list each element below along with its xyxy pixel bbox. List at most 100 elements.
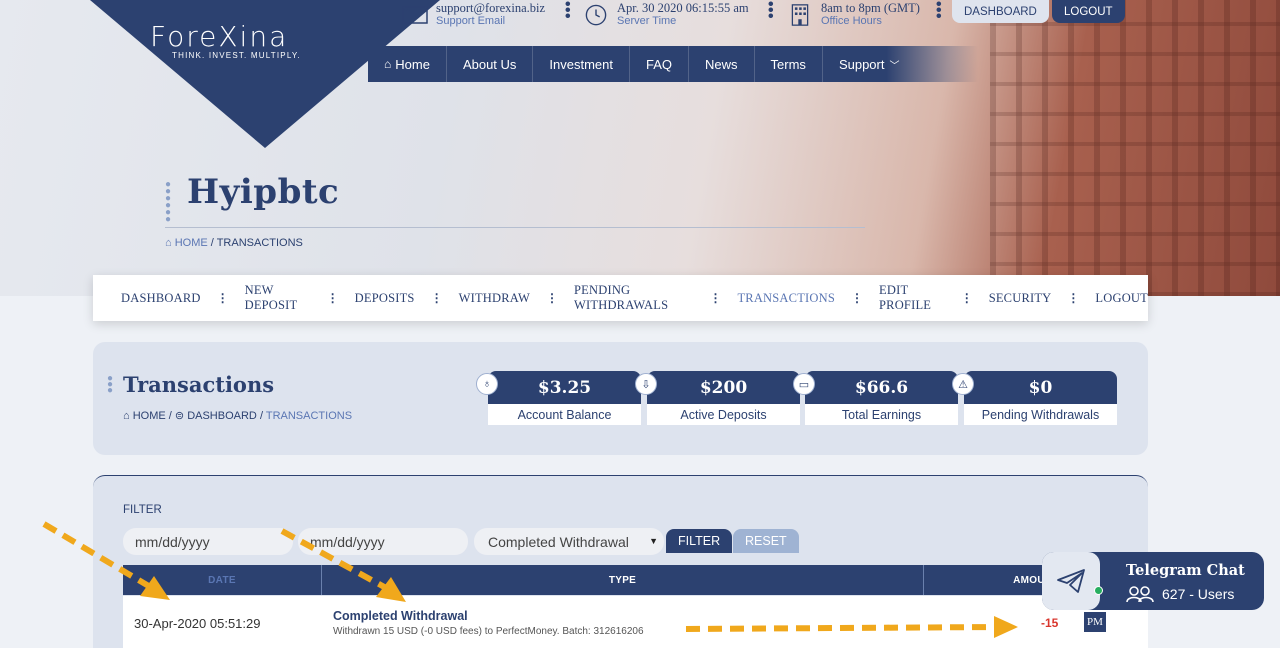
title-dots-icon: ● ● ● ● ● ●	[165, 179, 172, 225]
nav-investment[interactable]: Investment	[533, 46, 631, 82]
envelope-icon	[402, 6, 428, 24]
building-icon	[791, 4, 809, 26]
telegram-chat-widget[interactable]: Telegram Chat 627 - Users	[1042, 552, 1264, 610]
type-select[interactable]: Completed Withdrawal ▼	[474, 528, 664, 555]
annotation-arrow-icon	[685, 616, 1018, 638]
dropdown-caret-icon: ▼	[649, 536, 658, 546]
nav-separator: ⋮	[546, 291, 559, 305]
nav-support-label: Support	[838, 56, 885, 72]
separator-dots: • • •	[565, 0, 571, 25]
nav-support[interactable]: Support ﹀	[823, 46, 916, 82]
account-nav: DASHBOARD ⋮ NEW DEPOSIT ⋮ DEPOSITS ⋮ WITHDR…	[93, 275, 1148, 321]
breadcrumb-current: TRANSACTIONS	[216, 237, 303, 249]
row-amount: -15	[1041, 616, 1059, 630]
account-nav-deposits[interactable]: DEPOSITS	[355, 291, 415, 306]
chevron-down-icon: ﹀	[889, 60, 900, 72]
reset-button[interactable]: RESET	[733, 529, 799, 553]
stat-account-balance: $3.25 Account Balance ♁	[476, 371, 641, 426]
brand-logo[interactable]: ForeXina THINK. INVEST. MULTIPLY.	[150, 20, 301, 60]
hero-banner: ForeXina THINK. INVEST. MULTIPLY. suppor…	[0, 0, 1280, 296]
office-hours-value: 8am to 8pm (GMT)	[821, 1, 920, 15]
office-hours-info: 8am to 8pm (GMT) Office Hours	[787, 0, 920, 30]
section-title: ● ● ● Transactions	[107, 372, 274, 397]
account-nav-security[interactable]: SECURITY	[989, 291, 1052, 306]
nav-home[interactable]: ⌂ Home	[368, 46, 447, 82]
main-nav: ⌂ Home About Us Investment FAQ News Terms…	[368, 46, 978, 82]
office-hours-label: Office Hours	[821, 15, 882, 27]
support-email-value: support@forexina.biz	[436, 1, 546, 15]
nav-separator: ⋮	[430, 291, 443, 305]
online-status-dot	[1094, 586, 1103, 595]
telegram-plane-icon	[1057, 569, 1085, 593]
logout-button[interactable]: LOGOUT	[1052, 0, 1125, 23]
breadcrumb-current: TRANSACTIONS	[265, 410, 353, 422]
separator-dots: • • •	[936, 0, 942, 25]
page-title-text: Hyipbtc	[187, 172, 340, 212]
nav-separator: ⋮	[1067, 291, 1080, 305]
nav-separator: ⋮	[709, 291, 722, 305]
filter-label: FILTER	[123, 504, 162, 516]
download-icon: ⇩	[635, 373, 657, 395]
server-time-label: Server Time	[617, 15, 677, 27]
telegram-title: Telegram Chat	[1126, 562, 1245, 579]
stat-label: Account Balance	[488, 404, 641, 425]
stat-value: $3.25	[488, 371, 641, 404]
building-background	[990, 0, 1280, 296]
account-nav-pending-withdrawals[interactable]: PENDING WITHDRAWALS	[574, 283, 693, 313]
breadcrumb-home[interactable]: ⌂ HOME	[165, 237, 208, 249]
filter-button[interactable]: FILTER	[666, 529, 733, 553]
stat-value: $66.6	[805, 371, 958, 404]
stat-value: $200	[647, 371, 800, 404]
home-icon: ⌂	[123, 410, 130, 422]
dashboard-button[interactable]: DASHBOARD	[952, 0, 1049, 23]
annotation-arrow-icon	[280, 528, 406, 602]
server-time-value: Apr. 30 2020 06:15:55 am	[617, 1, 749, 15]
breadcrumb-home-label: HOME	[132, 410, 166, 422]
account-nav-withdraw[interactable]: WITHDRAW	[459, 291, 530, 306]
annotation-arrow-icon	[42, 521, 170, 600]
account-nav-new-deposit[interactable]: NEW DEPOSIT	[245, 283, 311, 313]
nav-news[interactable]: News	[689, 46, 755, 82]
telegram-users: 627 - Users	[1126, 585, 1234, 603]
breadcrumb-dashboard[interactable]: ⊜ DASHBOARD	[175, 410, 257, 422]
title-dots-icon: ● ● ●	[107, 372, 114, 396]
section-breadcrumb: ⌂ HOME / ⊜ DASHBOARD / TRANSACTIONS	[123, 409, 352, 422]
account-nav-transactions[interactable]: TRANSACTIONS	[737, 291, 835, 306]
home-icon: ⌂	[165, 237, 172, 249]
brand-tagline: THINK. INVEST. MULTIPLY.	[172, 51, 301, 60]
brand-name: ForeXina	[150, 20, 289, 53]
breadcrumb-home-label: HOME	[174, 237, 208, 249]
server-time-info: Apr. 30 2020 06:15:55 am Server Time	[583, 0, 749, 30]
transactions-header: ● ● ● Transactions ⌂ HOME / ⊜ DASHBOARD / …	[93, 342, 1148, 455]
stat-label: Total Earnings	[805, 404, 958, 425]
telegram-icon-box	[1042, 552, 1100, 610]
telegram-users-count: 627 - Users	[1162, 586, 1235, 602]
home-icon: ⌂	[384, 57, 392, 71]
nav-faq[interactable]: FAQ	[630, 46, 690, 82]
account-nav-logout[interactable]: LOGOUT	[1095, 291, 1148, 306]
breadcrumb-home[interactable]: ⌂ HOME	[123, 410, 166, 422]
nav-separator: ⋮	[851, 291, 864, 305]
stat-active-deposits: $200 Active Deposits ⇩	[635, 371, 800, 426]
row-date: 30-Apr-2020 05:51:29	[134, 616, 261, 631]
nav-terms[interactable]: Terms	[755, 46, 823, 82]
nav-about[interactable]: About Us	[447, 46, 534, 82]
stat-label: Active Deposits	[647, 404, 800, 425]
type-select-value: Completed Withdrawal	[488, 533, 629, 550]
perfectmoney-badge: PM	[1084, 612, 1106, 632]
cash-icon: ▭	[793, 373, 815, 395]
table-header: DATE TYPE AMOUNT	[123, 565, 1148, 595]
stat-label: Pending Withdrawals	[964, 404, 1117, 425]
divider	[165, 227, 865, 228]
stat-total-earnings: $66.6 Total Earnings ▭	[793, 371, 958, 426]
piggy-bank-icon: ♁	[476, 373, 498, 395]
nav-separator: ⋮	[326, 291, 339, 305]
section-title-text: Transactions	[123, 372, 275, 397]
support-email-info[interactable]: support@forexina.biz Support Email	[402, 0, 545, 30]
nav-separator: ⋮	[216, 291, 229, 305]
row-description: Withdrawn 15 USD (-0 USD fees) to Perfec…	[333, 626, 644, 637]
account-nav-edit-profile[interactable]: EDIT PROFILE	[879, 283, 945, 313]
row-type: Completed Withdrawal	[333, 609, 468, 623]
breadcrumb: ⌂ HOME / TRANSACTIONS	[165, 237, 303, 249]
account-nav-dashboard[interactable]: DASHBOARD	[121, 291, 201, 306]
